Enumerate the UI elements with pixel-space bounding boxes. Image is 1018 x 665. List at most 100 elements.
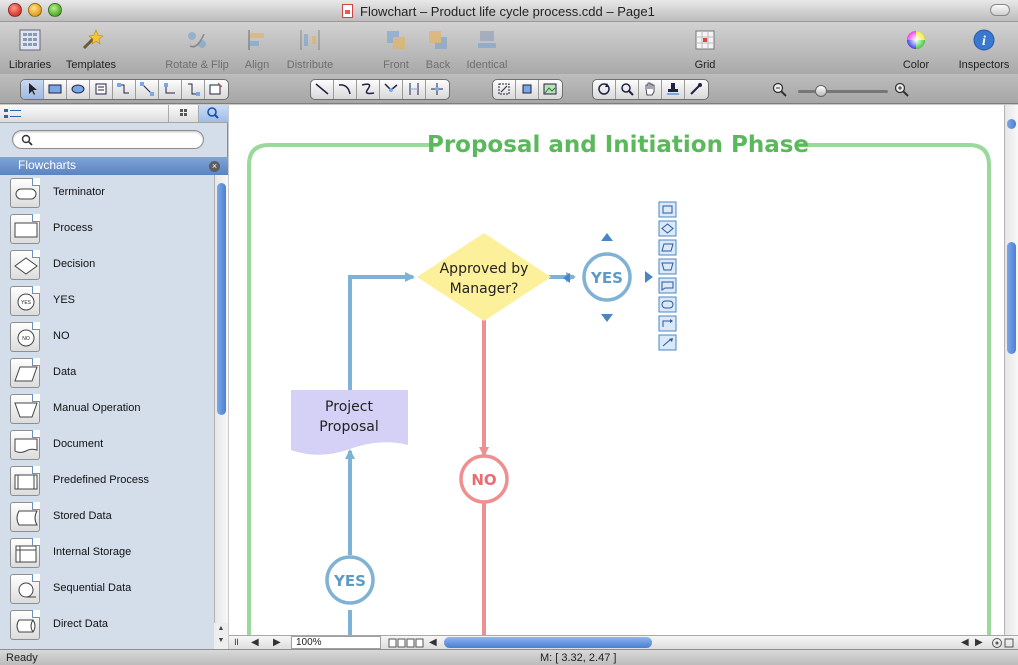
yes-shape-icon: YES	[10, 286, 40, 316]
list-item[interactable]: Internal Storage	[0, 535, 214, 571]
arc-tool[interactable]	[334, 80, 357, 99]
align-button[interactable]: Align	[240, 28, 274, 71]
bezier-tool[interactable]	[403, 80, 426, 99]
color-button[interactable]: Color	[898, 28, 934, 71]
library-section-header[interactable]: Flowcharts ×	[0, 157, 228, 175]
list-item[interactable]: Direct Data	[0, 607, 214, 643]
zoom-window-button[interactable]	[48, 3, 62, 17]
rotate-flip-icon	[185, 28, 209, 52]
back-button[interactable]: Back	[422, 28, 454, 71]
selection-handle-left[interactable]	[563, 273, 570, 283]
sidebar-scroll-arrows[interactable]: ▲ ▼	[214, 623, 228, 649]
zoom-tool[interactable]	[616, 80, 639, 99]
libraries-button[interactable]: Libraries	[6, 28, 54, 71]
quick-manual-operation-button[interactable]	[658, 258, 677, 275]
previous-page-icon[interactable]: ◀	[251, 637, 265, 649]
spline-tool[interactable]	[426, 80, 449, 99]
library-sidebar: Flowcharts × Terminator Process Decision…	[0, 105, 228, 649]
pointer-tool[interactable]	[21, 80, 44, 99]
next-page-icon[interactable]: ▶	[273, 637, 287, 649]
zoom-level-field[interactable]: 100%	[291, 636, 381, 649]
selection-arrow-right[interactable]	[645, 271, 653, 283]
zoom-slider-track[interactable]	[798, 90, 888, 93]
quick-data-button[interactable]	[658, 239, 677, 256]
decision-shape[interactable]	[417, 233, 551, 321]
line-tool[interactable]	[311, 80, 334, 99]
list-item[interactable]: Document	[0, 427, 214, 463]
zoom-slider-handle[interactable]	[815, 85, 827, 97]
rotate-flip-button[interactable]: Rotate & Flip	[162, 28, 232, 71]
rectangle-tool[interactable]	[44, 80, 67, 99]
identical-label: Identical	[466, 59, 508, 71]
canvas-horizontal-scroll-thumb[interactable]	[444, 637, 652, 648]
eyedropper-icon[interactable]	[685, 80, 708, 99]
sidebar-tab-bar	[0, 105, 228, 123]
list-item[interactable]: Terminator	[0, 175, 214, 211]
curve-tool[interactable]	[357, 80, 380, 99]
svg-text:YES: YES	[21, 300, 32, 306]
list-item[interactable]: Sequential Data	[0, 571, 214, 607]
search-tab[interactable]	[198, 105, 228, 122]
hand-pan-icon[interactable]	[639, 80, 662, 99]
front-button[interactable]: Front	[380, 28, 412, 71]
grid-button[interactable]: Grid	[690, 28, 720, 71]
quick-connector-button[interactable]	[658, 315, 677, 332]
internal-storage-shape-icon	[10, 538, 40, 568]
view-tools-group	[592, 79, 709, 100]
selection-arrow-up[interactable]	[601, 233, 613, 241]
list-item[interactable]: Predefined Process	[0, 463, 214, 499]
selection-arrow-down[interactable]	[601, 314, 613, 322]
yes-circle-bottom-label: YES	[333, 572, 366, 590]
identical-button[interactable]: Identical	[462, 28, 512, 71]
pause-icon[interactable]: ॥	[233, 637, 243, 649]
canvas-vertical-scrollbar[interactable]	[1004, 105, 1018, 635]
distribute-button[interactable]: Distribute	[282, 28, 338, 71]
inspectors-button[interactable]: i Inspectors	[954, 28, 1014, 71]
fit-page-icons[interactable]	[991, 637, 1015, 649]
ellipse-tool[interactable]	[67, 80, 90, 99]
stamp-tool[interactable]	[662, 80, 685, 99]
library-search-input[interactable]	[12, 130, 204, 149]
minimize-window-button[interactable]	[28, 3, 42, 17]
list-view-icon[interactable]	[4, 108, 22, 123]
close-window-button[interactable]	[8, 3, 22, 17]
transform-tool[interactable]	[493, 80, 516, 99]
grid-view-tab[interactable]	[168, 105, 198, 122]
connector-tool[interactable]	[113, 80, 136, 99]
scroll-left-end-icon[interactable]: ◀	[961, 637, 973, 649]
phase-title[interactable]: Proposal and Initiation Phase	[427, 132, 809, 158]
canvas-vertical-scroll-cap[interactable]	[1007, 119, 1016, 129]
list-item[interactable]: Data	[0, 355, 214, 391]
diagram-canvas[interactable]: Proposal and Initiation Phase Approved b…	[229, 105, 1004, 635]
page-view-icons[interactable]	[387, 637, 427, 649]
crop-tool[interactable]	[516, 80, 539, 99]
polyline-tool[interactable]	[380, 80, 403, 99]
image-tool[interactable]	[539, 80, 562, 99]
sidebar-scroll-thumb[interactable]	[217, 183, 226, 415]
connector-proposal-to-decision[interactable]	[348, 272, 415, 392]
list-item[interactable]: YES YES	[0, 283, 214, 319]
refresh-icon[interactable]	[593, 80, 616, 99]
list-item[interactable]: Stored Data	[0, 499, 214, 535]
sidebar-scrollbar[interactable]	[214, 175, 228, 649]
toolbar-toggle-button[interactable]	[990, 4, 1010, 16]
scroll-left-icon[interactable]: ◀	[429, 637, 441, 649]
templates-button[interactable]: Templates	[62, 28, 120, 71]
list-item[interactable]: Manual Operation	[0, 391, 214, 427]
list-item[interactable]: Process	[0, 211, 214, 247]
identical-icon	[475, 28, 499, 52]
insert-tool[interactable]	[205, 80, 228, 99]
zoom-out-icon[interactable]	[772, 82, 788, 101]
list-item[interactable]: Decision	[0, 247, 214, 283]
document-text-line1: Project	[325, 399, 373, 415]
scroll-right-icon[interactable]: ▶	[975, 637, 987, 649]
tree-connector-tool[interactable]	[159, 80, 182, 99]
chain-tool[interactable]	[182, 80, 205, 99]
list-item[interactable]: NO NO	[0, 319, 214, 355]
smart-connector-tool[interactable]	[136, 80, 159, 99]
close-library-icon[interactable]: ×	[209, 161, 220, 172]
text-tool[interactable]	[90, 80, 113, 99]
quick-rectangle-button[interactable]	[658, 201, 677, 218]
zoom-in-icon[interactable]	[894, 82, 910, 101]
canvas-vertical-scroll-thumb[interactable]	[1007, 242, 1016, 354]
